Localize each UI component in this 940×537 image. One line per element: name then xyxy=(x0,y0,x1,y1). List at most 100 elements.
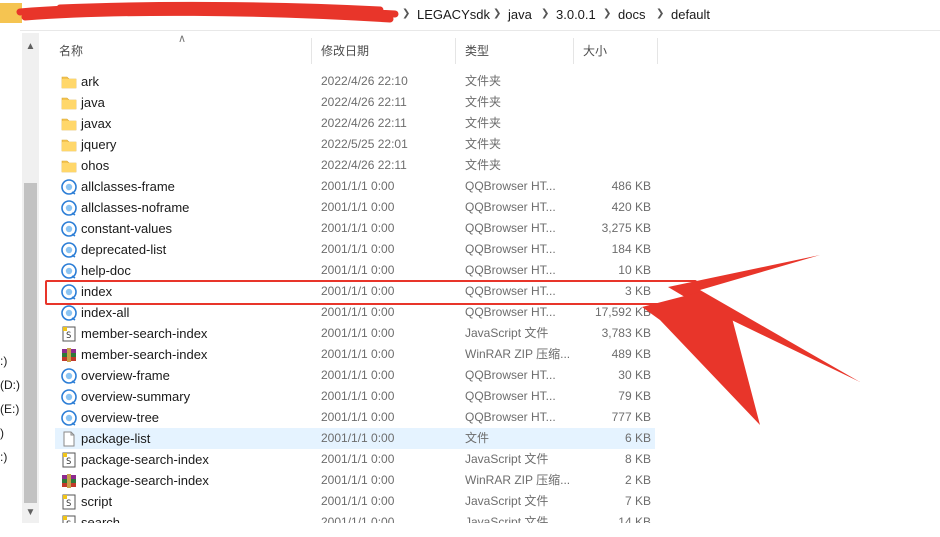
file-row[interactable]: Sscript 2001/1/1 0:00 JavaScript 文件 7 KB xyxy=(55,491,655,512)
file-type: JavaScript 文件 xyxy=(465,452,549,466)
file-row[interactable]: Spackage-search-index 2001/1/1 0:00 JavaSc… xyxy=(55,449,655,470)
javascript-file-icon: S xyxy=(61,326,77,342)
address-bar[interactable]: ❯ LEGACYsdk ❯ java ❯ 3.0.0.1 ❯ docs ❯ de… xyxy=(0,0,940,31)
file-size: 184 KB xyxy=(611,242,651,256)
vertical-scrollbar[interactable]: ▲ ▼ xyxy=(22,33,39,523)
file-date: 2001/1/1 0:00 xyxy=(321,431,395,445)
file-date: 2001/1/1 0:00 xyxy=(321,200,395,214)
browser-html-icon xyxy=(61,305,77,321)
file-row[interactable]: package-search-index 2001/1/1 0:00 WinRAR … xyxy=(55,470,655,491)
file-date: 2001/1/1 0:00 xyxy=(321,242,395,256)
file-row[interactable]: index-all 2001/1/1 0:00 QQBrowser HT... 17,… xyxy=(55,302,655,323)
file-size: 420 KB xyxy=(611,200,651,214)
file-name: package-search-index xyxy=(81,473,209,488)
file-row[interactable]: ark 2022/4/26 22:10 文件夹 xyxy=(55,71,655,92)
chevron-right-icon: ❯ xyxy=(656,8,665,19)
chevron-right-icon: ❯ xyxy=(541,8,550,19)
file-row[interactable]: allclasses-frame 2001/1/1 0:00 QQBrowser H… xyxy=(55,176,655,197)
file-row[interactable]: Smember-search-index 2001/1/1 0:00 JavaScr… xyxy=(55,323,655,344)
file-name: overview-summary xyxy=(81,389,191,404)
browser-html-icon xyxy=(61,179,77,195)
column-date[interactable]: 修改日期 xyxy=(312,38,456,64)
file-row[interactable]: deprecated-list 2001/1/1 0:00 QQBrowser HT… xyxy=(55,239,655,260)
svg-text:S: S xyxy=(66,331,71,341)
file-type: QQBrowser HT... xyxy=(465,368,556,382)
file-row[interactable]: member-search-index 2001/1/1 0:00 WinRAR Z… xyxy=(55,344,655,365)
browser-html-icon xyxy=(61,221,77,237)
file-type: JavaScript 文件 xyxy=(465,515,549,523)
file-size: 2 KB xyxy=(624,473,651,487)
file-type: QQBrowser HT... xyxy=(465,305,556,319)
file-row[interactable]: index 2001/1/1 0:00 QQBrowser HT... 3 KB xyxy=(55,281,655,302)
file-row[interactable]: javax 2022/4/26 22:11 文件夹 xyxy=(55,113,655,134)
nav-drive-item[interactable]: ) xyxy=(0,426,4,440)
file-size: 777 KB xyxy=(611,410,651,424)
file-name: package-list xyxy=(81,431,151,446)
file-date: 2001/1/1 0:00 xyxy=(321,494,395,508)
scroll-down-icon[interactable]: ▼ xyxy=(22,505,39,521)
javascript-file-icon: S xyxy=(61,515,77,523)
file-row[interactable]: java 2022/4/26 22:11 文件夹 xyxy=(55,92,655,113)
file-size: 489 KB xyxy=(611,347,651,361)
nav-drive-item[interactable]: :) xyxy=(0,354,7,368)
generic-file-icon xyxy=(61,431,77,447)
file-row[interactable]: Ssearch 2001/1/1 0:00 JavaScript 文件 14 KB xyxy=(55,512,655,523)
file-type: 文件夹 xyxy=(465,137,502,151)
file-row[interactable]: help-doc 2001/1/1 0:00 QQBrowser HT... 10 K… xyxy=(55,260,655,281)
file-row[interactable]: overview-frame 2001/1/1 0:00 QQBrowser HT.… xyxy=(55,365,655,386)
file-row[interactable]: overview-summary 2001/1/1 0:00 QQBrowser H… xyxy=(55,386,655,407)
scroll-up-icon[interactable]: ▲ xyxy=(22,39,39,55)
breadcrumb-version[interactable]: 3.0.0.1 xyxy=(556,7,596,22)
file-size: 14 KB xyxy=(618,515,651,523)
column-size[interactable]: 大小 xyxy=(574,38,658,64)
file-name: jquery xyxy=(81,137,117,152)
scrollbar-thumb[interactable] xyxy=(24,183,37,503)
file-row[interactable]: constant-values 2001/1/1 0:00 QQBrowser HT… xyxy=(55,218,655,239)
breadcrumb-legacysdk[interactable]: LEGACYsdk xyxy=(417,7,490,22)
file-row[interactable]: jquery 2022/5/25 22:01 文件夹 xyxy=(55,134,655,155)
file-name: deprecated-list xyxy=(81,242,167,257)
file-row[interactable]: ohos 2022/4/26 22:11 文件夹 xyxy=(55,155,655,176)
file-row[interactable]: overview-tree 2001/1/1 0:00 QQBrowser HT..… xyxy=(55,407,655,428)
column-type[interactable]: 类型 xyxy=(456,38,574,64)
svg-text:S: S xyxy=(66,457,71,467)
breadcrumb-java[interactable]: java xyxy=(508,7,532,22)
folder-icon xyxy=(61,158,77,174)
file-size: 3 KB xyxy=(624,284,651,298)
file-type: QQBrowser HT... xyxy=(465,410,556,424)
file-type: QQBrowser HT... xyxy=(465,284,556,298)
browser-html-icon xyxy=(61,368,77,384)
chevron-right-icon: ❯ xyxy=(402,8,411,19)
file-date: 2022/4/26 22:11 xyxy=(321,158,407,172)
file-date: 2001/1/1 0:00 xyxy=(321,221,395,235)
breadcrumb-default[interactable]: default xyxy=(671,7,710,22)
nav-drive-e[interactable]: (E:) xyxy=(0,402,19,416)
file-date: 2001/1/1 0:00 xyxy=(321,473,395,487)
file-date: 2022/4/26 22:10 xyxy=(321,74,408,88)
file-row[interactable]: package-list 2001/1/1 0:00 文件 6 KB xyxy=(55,428,655,449)
browser-html-icon xyxy=(61,389,77,405)
file-type: 文件夹 xyxy=(465,116,502,130)
file-size: 17,592 KB xyxy=(594,305,651,319)
chevron-right-icon: ❯ xyxy=(603,8,612,19)
file-date: 2001/1/1 0:00 xyxy=(321,179,395,193)
file-row[interactable]: allclasses-noframe 2001/1/1 0:00 QQBrowser… xyxy=(55,197,655,218)
column-name[interactable]: 名称 xyxy=(50,38,312,64)
file-name: index xyxy=(81,284,113,299)
navigation-pane: :) (D:) (E:) ) :) xyxy=(0,30,20,537)
file-name: allclasses-noframe xyxy=(81,200,190,215)
file-type: QQBrowser HT... xyxy=(465,179,556,193)
file-type: QQBrowser HT... xyxy=(465,242,556,256)
file-size: 30 KB xyxy=(618,368,651,382)
browser-html-icon xyxy=(61,200,77,216)
browser-html-icon xyxy=(61,284,77,300)
file-type: 文件夹 xyxy=(465,95,502,109)
nav-drive-item[interactable]: :) xyxy=(0,450,7,464)
file-size: 8 KB xyxy=(624,452,651,466)
nav-drive-d[interactable]: (D:) xyxy=(0,378,20,392)
folder-icon xyxy=(61,74,77,90)
file-date: 2001/1/1 0:00 xyxy=(321,326,395,340)
file-type: 文件夹 xyxy=(465,158,502,172)
breadcrumb-docs[interactable]: docs xyxy=(618,7,645,22)
file-date: 2001/1/1 0:00 xyxy=(321,515,395,523)
